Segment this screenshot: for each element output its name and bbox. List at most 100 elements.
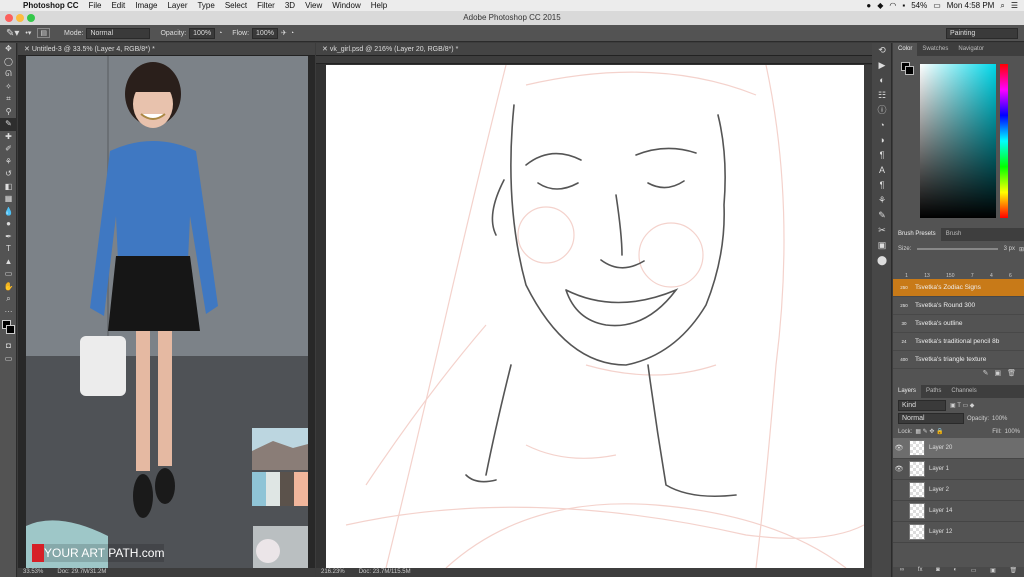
- filter-icons[interactable]: ▣ T ▭ ◆: [950, 402, 974, 409]
- menu-3d[interactable]: 3D: [280, 1, 300, 10]
- menu-list-icon[interactable]: ☰: [1011, 1, 1018, 10]
- color-field[interactable]: [920, 64, 996, 218]
- tab-vk-girl[interactable]: ✕ vk_girl.psd @ 216% (Layer 20, RGB/8*) …: [316, 43, 872, 56]
- menu-file[interactable]: File: [84, 1, 107, 10]
- workspace-select[interactable]: Painting: [946, 27, 1018, 39]
- fx-icon[interactable]: fx: [918, 567, 923, 577]
- layer-opacity[interactable]: 100%: [992, 416, 1007, 422]
- healing-tool-icon[interactable]: ✚: [0, 131, 17, 144]
- brush-preset-row[interactable]: 24 Tsvetka's traditional pencil 8b: [893, 333, 1024, 351]
- layer-row[interactable]: Layer 14: [893, 501, 1024, 522]
- brush-tip[interactable]: 1: [905, 273, 908, 279]
- move-tool-icon[interactable]: ✥: [0, 43, 17, 56]
- opacity-input[interactable]: 100%: [189, 27, 216, 39]
- visibility-eye-icon[interactable]: 👁: [893, 465, 905, 473]
- zoom-level[interactable]: 216.23%: [321, 568, 345, 577]
- more-tools-icon[interactable]: ···: [0, 306, 17, 319]
- brush-preset-row[interactable]: 30 Tsvetka's outline: [893, 315, 1024, 333]
- size-value[interactable]: 3 px: [1004, 246, 1015, 252]
- fill-value[interactable]: 100%: [1005, 429, 1020, 435]
- search-icon[interactable]: ⌕: [1000, 1, 1004, 11]
- visibility-eye-icon[interactable]: 👁: [893, 444, 905, 452]
- close-window-button[interactable]: [5, 14, 13, 22]
- brush-tip[interactable]: 7: [971, 273, 974, 279]
- brush-size-picker[interactable]: •▾: [25, 29, 31, 37]
- properties-panel-icon[interactable]: ☷: [872, 88, 892, 103]
- crop-tool-icon[interactable]: ⌗: [0, 93, 17, 106]
- clock[interactable]: Mon 4:58 PM: [947, 1, 995, 10]
- tab-close-icon[interactable]: ✕: [24, 46, 32, 53]
- new-layer-icon[interactable]: ▣: [990, 567, 996, 577]
- wifi-icon[interactable]: ◠: [889, 1, 896, 10]
- styles-panel-icon[interactable]: ◑: [872, 133, 892, 148]
- reference-canvas[interactable]: YOUR ART PATH.com: [18, 56, 315, 568]
- brush-panel-icon[interactable]: ✎: [872, 208, 892, 223]
- type-tool-icon[interactable]: T: [0, 243, 17, 256]
- eyedropper-tool-icon[interactable]: ⚲: [0, 106, 17, 119]
- tab-navigator[interactable]: Navigator: [953, 43, 989, 56]
- menu-filter[interactable]: Filter: [252, 1, 280, 10]
- dodge-tool-icon[interactable]: ●: [0, 218, 17, 231]
- layer-row[interactable]: Layer 12: [893, 522, 1024, 543]
- link-layers-icon[interactable]: ∞: [900, 567, 904, 577]
- quick-mask-icon[interactable]: ◘: [0, 340, 17, 353]
- brush-preset-row[interactable]: 400 Tsvetka's triangle texture: [893, 351, 1024, 369]
- layer-row[interactable]: Layer 2: [893, 480, 1024, 501]
- zoom-window-button[interactable]: [27, 14, 35, 22]
- menu-help[interactable]: Help: [366, 1, 392, 10]
- pressure-size-icon[interactable]: ◔: [290, 30, 294, 37]
- menu-edit[interactable]: Edit: [106, 1, 130, 10]
- quick-select-tool-icon[interactable]: ✧: [0, 81, 17, 94]
- lasso-tool-icon[interactable]: ᘏ: [0, 68, 17, 81]
- stamp-tool-icon[interactable]: ⚘: [0, 156, 17, 169]
- path-select-tool-icon[interactable]: ▲: [0, 256, 17, 269]
- adjustments-panel-icon[interactable]: ◐: [872, 73, 892, 88]
- brush-tip[interactable]: 13: [924, 273, 930, 279]
- lock-icons[interactable]: ▦ ✎ ✥ 🔒: [915, 428, 943, 435]
- add-mask-icon[interactable]: ◙: [936, 567, 940, 577]
- menu-type[interactable]: Type: [192, 1, 219, 10]
- brush-tool-icon[interactable]: ✎: [0, 118, 17, 131]
- history-panel-icon[interactable]: ⟲: [872, 43, 892, 58]
- color-background-swatch[interactable]: [905, 66, 914, 75]
- delete-preset-icon[interactable]: 🗑: [1007, 369, 1016, 381]
- brush-tip[interactable]: 4: [990, 273, 993, 279]
- battery-icon[interactable]: ▭: [933, 1, 941, 10]
- delete-layer-icon[interactable]: 🗑: [1010, 567, 1018, 577]
- foreground-background-colors[interactable]: [0, 318, 16, 340]
- pencil-tool-icon[interactable]: ✐: [0, 143, 17, 156]
- character-panel-icon[interactable]: A: [872, 163, 892, 178]
- tab-layers[interactable]: Layers: [893, 385, 922, 398]
- info-panel-icon[interactable]: ⓘ: [872, 103, 892, 118]
- new-brush-icon[interactable]: ⊞: [1019, 246, 1024, 253]
- menu-select[interactable]: Select: [220, 1, 252, 10]
- menu-image[interactable]: Image: [130, 1, 162, 10]
- shape-tool-icon[interactable]: ▭: [0, 268, 17, 281]
- toggle-brush-panel-icon[interactable]: ✎: [983, 369, 989, 381]
- pressure-opacity-icon[interactable]: ◔: [218, 30, 222, 37]
- zoom-tool-icon[interactable]: ⌕: [0, 293, 17, 306]
- flag-icon[interactable]: ▪: [902, 1, 905, 10]
- timeline-icon[interactable]: ⬤: [872, 253, 892, 268]
- zoom-level[interactable]: 33.53%: [23, 568, 43, 577]
- layer-comps-icon[interactable]: ▣: [872, 238, 892, 253]
- menu-app[interactable]: Photoshop CC: [18, 1, 84, 10]
- new-group-icon[interactable]: ▭: [971, 567, 977, 577]
- hue-slider[interactable]: [1000, 64, 1008, 218]
- eraser-tool-icon[interactable]: ◧: [0, 181, 17, 194]
- tab-color[interactable]: Color: [893, 43, 918, 56]
- glyphs-panel-icon[interactable]: ¶: [872, 178, 892, 193]
- airbrush-icon[interactable]: ✈: [281, 29, 287, 37]
- layer-row[interactable]: 👁 Layer 20: [893, 438, 1024, 459]
- adjustment-layer-icon[interactable]: ◐: [953, 567, 957, 577]
- menu-view[interactable]: View: [300, 1, 327, 10]
- tab-brush[interactable]: Brush: [941, 228, 967, 241]
- mode-select[interactable]: Normal: [86, 27, 151, 39]
- tab-untitled-3[interactable]: ✕ Untitled-3 @ 33.5% (Layer 4, RGB/8*) *: [18, 43, 315, 56]
- brush-preset-row[interactable]: 250 Tsvetka's Round 300: [893, 297, 1024, 315]
- tab-close-icon[interactable]: ✕: [322, 46, 330, 53]
- screen-mode-icon[interactable]: ▭: [0, 353, 17, 366]
- brush-tip[interactable]: 6: [1009, 273, 1012, 279]
- tab-brush-presets[interactable]: Brush Presets: [893, 228, 941, 241]
- actions-panel-icon[interactable]: ▶: [872, 58, 892, 73]
